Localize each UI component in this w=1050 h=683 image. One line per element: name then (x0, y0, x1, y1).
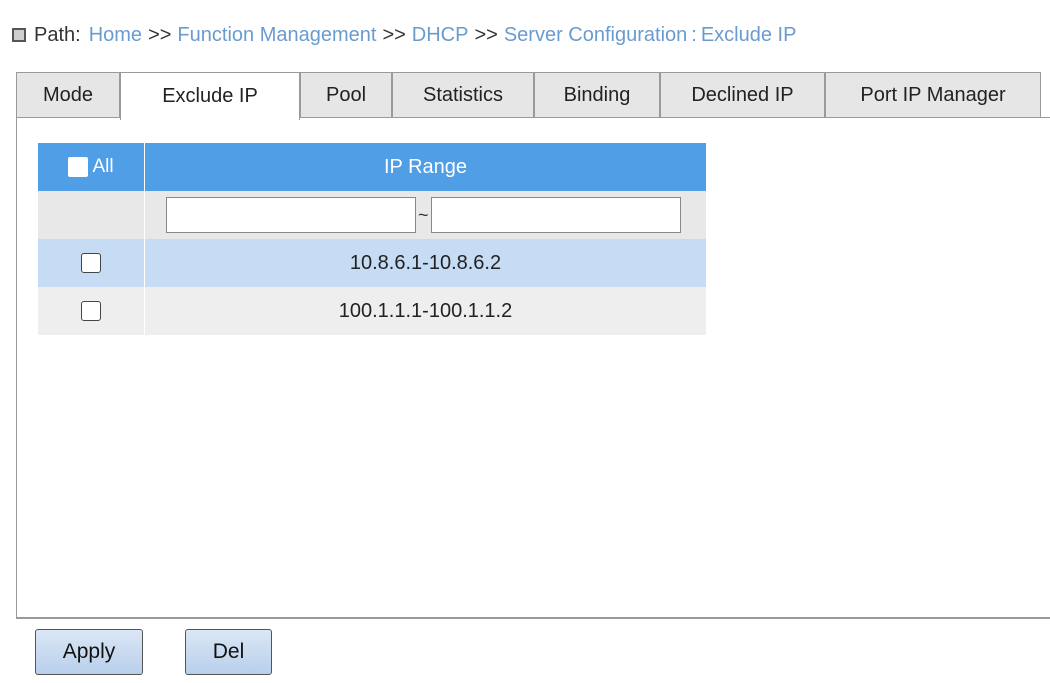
breadcrumb-colon: : (691, 23, 697, 46)
select-all: All (68, 156, 114, 178)
filter-blank-cell (38, 191, 145, 239)
tab-pool[interactable]: Pool (300, 72, 392, 118)
tab-port-ip-manager[interactable]: Port IP Manager (825, 72, 1041, 118)
filter-range-cell: ~ (145, 191, 706, 239)
row-checkbox[interactable] (81, 253, 101, 273)
range-separator: ~ (418, 204, 429, 225)
breadcrumb-separator: >> (382, 23, 406, 46)
table-row[interactable]: 10.8.6.1-10.8.6.2 (38, 239, 706, 287)
ip-range-cell: 100.1.1.1-100.1.1.2 (338, 299, 513, 322)
ip-range-column-header: IP Range (383, 155, 468, 178)
tab-bar: Mode Exclude IP Pool Statistics Binding … (16, 72, 1050, 120)
tab-binding[interactable]: Binding (534, 72, 660, 118)
select-all-checkbox[interactable] (68, 157, 89, 177)
apply-button[interactable]: Apply (35, 629, 143, 675)
del-button[interactable]: Del (185, 629, 272, 675)
row-select-cell (38, 287, 145, 335)
tab-statistics[interactable]: Statistics (392, 72, 534, 118)
tab-declined-ip[interactable]: Declined IP (660, 72, 825, 118)
ip-range-end-input[interactable] (430, 197, 681, 233)
breadcrumb-current: Exclude IP (700, 23, 797, 46)
breadcrumb-separator: >> (474, 23, 498, 46)
select-all-cell: All (38, 143, 145, 191)
content-panel: All IP Range ~ 10.8.6.1-10.8.6.2 100.1.1… (16, 117, 1050, 619)
filter-row: ~ (38, 191, 706, 239)
ip-range-cell: 10.8.6.1-10.8.6.2 (349, 251, 502, 274)
table-row[interactable]: 100.1.1.1-100.1.1.2 (38, 287, 706, 335)
row-checkbox[interactable] (81, 301, 101, 321)
ip-range-header-cell: IP Range (145, 143, 706, 191)
path-label: Path: (34, 23, 81, 46)
breadcrumb-home[interactable]: Home (89, 24, 142, 47)
select-all-label: All (92, 156, 114, 177)
ip-range-start-input[interactable] (166, 197, 416, 233)
path-square-icon (12, 28, 26, 42)
tab-mode[interactable]: Mode (16, 72, 120, 118)
breadcrumb-function-management[interactable]: Function Management (177, 24, 376, 47)
row-select-cell (38, 239, 145, 287)
breadcrumb-separator: >> (148, 23, 172, 46)
breadcrumb: Path: Home >> Function Management >> DHC… (12, 20, 796, 50)
tab-exclude-ip[interactable]: Exclude IP (120, 72, 300, 120)
breadcrumb-server-configuration[interactable]: Server Configuration (504, 24, 687, 47)
table-header: All IP Range (38, 143, 706, 191)
breadcrumb-dhcp[interactable]: DHCP (412, 24, 469, 47)
